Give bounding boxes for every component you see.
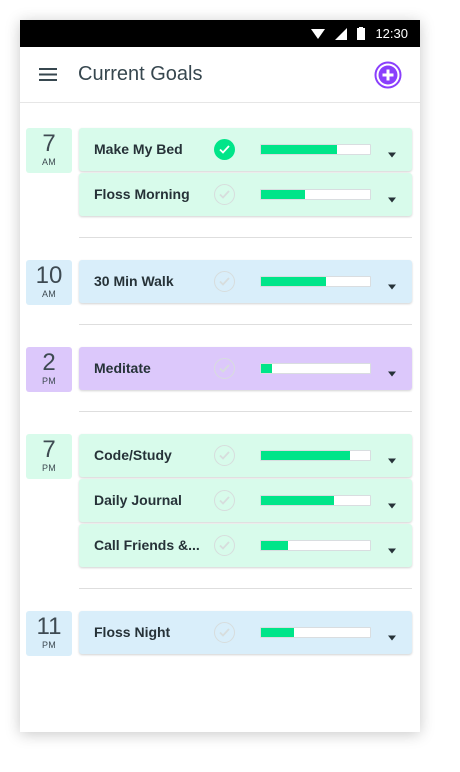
complete-toggle[interactable] (214, 271, 235, 292)
goal-card[interactable]: Meditate (79, 347, 412, 390)
goal-card[interactable]: Floss Night (79, 611, 412, 654)
goal-card[interactable]: Make My Bed (79, 128, 412, 171)
checkmark-icon (219, 628, 230, 637)
goal-progress-fill (261, 628, 294, 637)
status-bar: 12:30 (20, 20, 420, 47)
goal-progress-fill (261, 496, 335, 505)
signal-icon (335, 27, 348, 40)
caret-down-icon (388, 152, 396, 158)
time-badge-ampm: AM (41, 289, 57, 299)
goal-progress-bar (260, 450, 371, 461)
time-badge: 10 AM (26, 260, 72, 305)
complete-toggle[interactable] (214, 535, 235, 556)
goal-progress-bar (260, 627, 371, 638)
caret-down-icon (388, 197, 396, 203)
plus-circle-icon (374, 61, 402, 89)
caret-down-icon (388, 503, 396, 509)
group-divider (79, 411, 412, 412)
goal-name: Daily Journal (94, 492, 182, 508)
time-badge-ampm: PM (41, 463, 57, 473)
goal-name: Code/Study (94, 447, 172, 463)
time-badge-hour: 7 (42, 436, 56, 463)
expand-dropdown[interactable] (386, 452, 398, 464)
time-badge: 11 PM (26, 611, 72, 656)
complete-toggle[interactable] (214, 490, 235, 511)
expand-dropdown[interactable] (386, 542, 398, 554)
goal-progress-bar (260, 363, 371, 374)
caret-down-icon (388, 458, 396, 464)
goal-progress-bar (260, 189, 371, 200)
expand-dropdown[interactable] (386, 146, 398, 158)
complete-toggle[interactable] (214, 622, 235, 643)
caret-down-icon (388, 635, 396, 641)
time-badge-ampm: PM (41, 640, 57, 650)
checkmark-icon (219, 541, 230, 550)
menu-button[interactable] (26, 47, 70, 103)
expand-dropdown[interactable] (386, 278, 398, 290)
complete-toggle[interactable] (214, 184, 235, 205)
hamburger-icon (39, 68, 57, 81)
goal-progress-fill (261, 190, 305, 199)
goal-name: 30 Min Walk (94, 273, 174, 289)
time-badge-hour: 2 (42, 349, 56, 376)
complete-toggle[interactable] (214, 358, 235, 379)
goal-progress-bar (260, 495, 371, 506)
goal-card[interactable]: Floss Morning (79, 173, 412, 216)
complete-toggle[interactable] (214, 139, 235, 160)
expand-dropdown[interactable] (386, 497, 398, 509)
time-badge-ampm: PM (41, 376, 57, 386)
battery-icon (357, 27, 366, 40)
goal-progress-fill (261, 145, 338, 154)
checkmark-icon (219, 364, 230, 373)
goal-card[interactable]: Code/Study (79, 434, 412, 477)
page-title: Current Goals (78, 63, 203, 85)
time-badge-ampm: AM (41, 157, 57, 167)
goal-progress-bar (260, 276, 371, 287)
complete-toggle[interactable] (214, 445, 235, 466)
goal-progress-fill (261, 451, 351, 460)
checkmark-icon (219, 190, 230, 199)
app-bar: Current Goals (20, 47, 420, 103)
checkmark-icon (219, 145, 230, 154)
add-goal-button[interactable] (374, 61, 402, 89)
wifi-icon (311, 28, 326, 39)
time-badge-hour: 10 (35, 262, 63, 289)
goal-card[interactable]: Daily Journal (79, 479, 412, 522)
time-badge-hour: 11 (36, 613, 62, 640)
goal-card[interactable]: 30 Min Walk (79, 260, 412, 303)
group-divider (79, 324, 412, 325)
time-badge: 7 PM (26, 434, 72, 479)
group-divider (79, 237, 412, 238)
time-badge-hour: 7 (42, 130, 56, 157)
goal-name: Meditate (94, 360, 151, 376)
checkmark-icon (219, 451, 230, 460)
goal-name: Floss Night (94, 624, 171, 640)
goal-progress-bar (260, 144, 371, 155)
time-badge: 2 PM (26, 347, 72, 392)
checkmark-icon (219, 277, 230, 286)
caret-down-icon (388, 371, 396, 377)
goal-name: Floss Morning (94, 186, 190, 202)
goal-progress-bar (260, 540, 371, 551)
group-divider (79, 588, 412, 589)
expand-dropdown[interactable] (386, 365, 398, 377)
goal-name: Make My Bed (94, 141, 183, 157)
expand-dropdown[interactable] (386, 629, 398, 641)
phone-screen: 12:30 Current Goals 7 AM Make My Bed Floss … (20, 20, 420, 732)
time-badge: 7 AM (26, 128, 72, 173)
goal-progress-fill (261, 277, 327, 286)
expand-dropdown[interactable] (386, 191, 398, 203)
caret-down-icon (388, 548, 396, 554)
goal-progress-fill (261, 541, 289, 550)
goal-card[interactable]: Call Friends &... (79, 524, 412, 567)
goal-progress-fill (261, 364, 272, 373)
checkmark-icon (219, 496, 230, 505)
goal-name: Call Friends &... (94, 537, 200, 553)
caret-down-icon (388, 284, 396, 290)
status-time: 12:30 (375, 26, 408, 41)
